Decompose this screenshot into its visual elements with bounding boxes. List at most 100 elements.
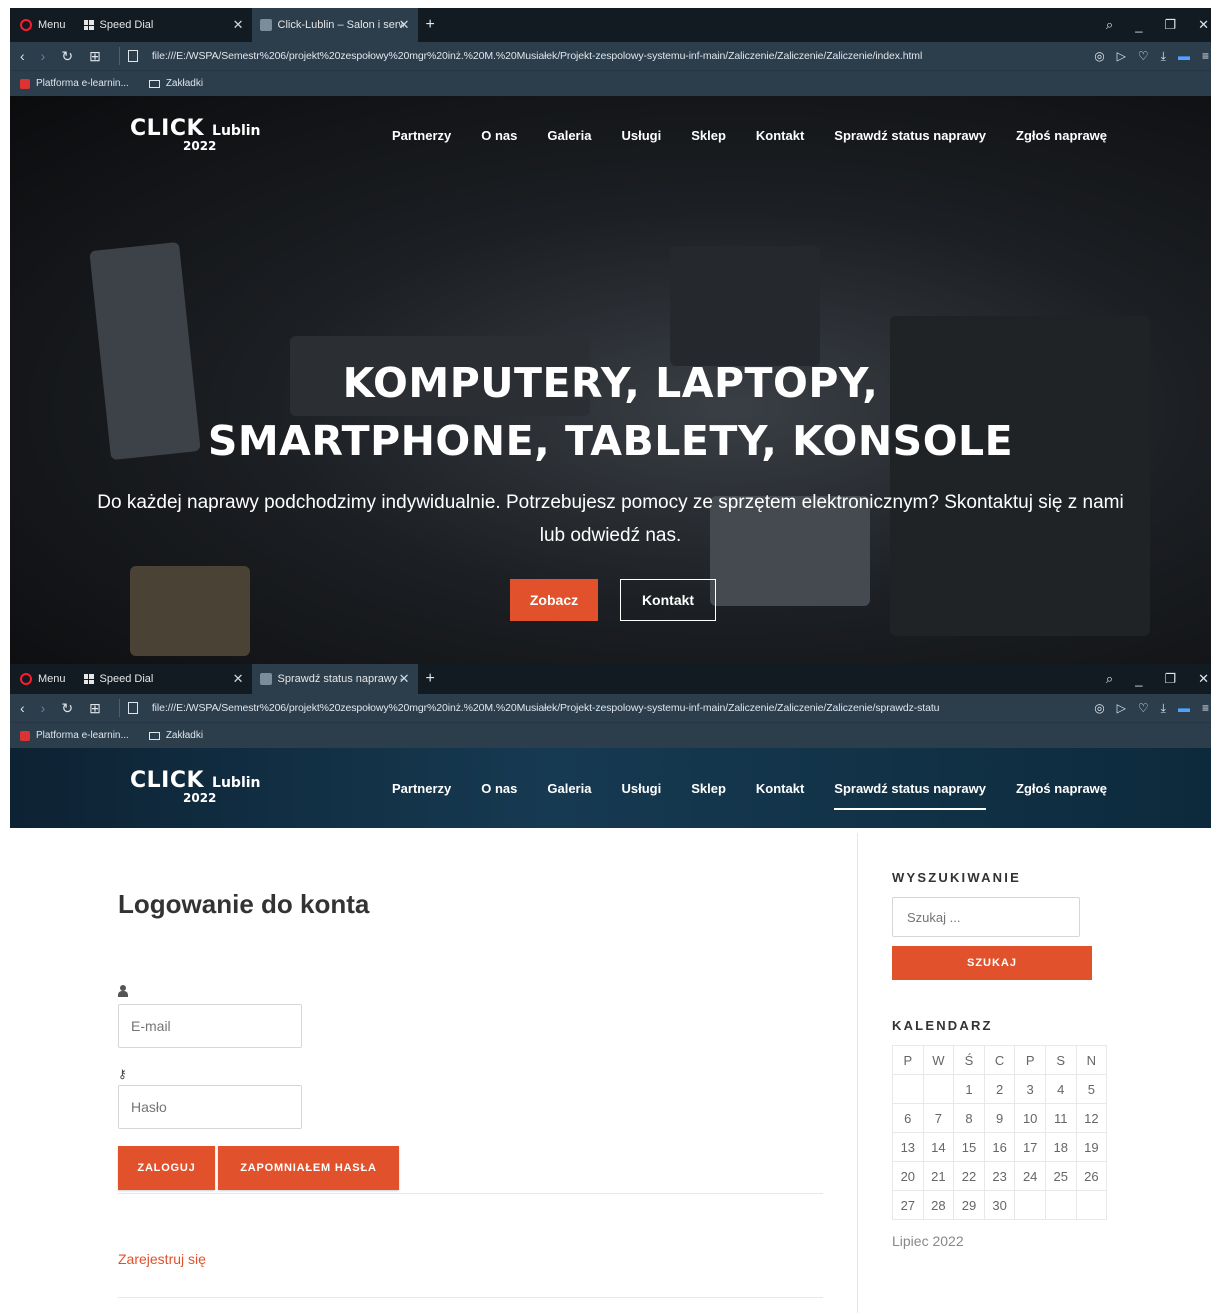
logo-click: CLICK: [130, 116, 205, 141]
send-icon[interactable]: ▷: [1117, 49, 1126, 63]
bookmark-zakladki[interactable]: Zakładki: [166, 78, 203, 89]
restore-icon[interactable]: ❐: [1164, 671, 1176, 687]
heart-icon[interactable]: ♡: [1138, 701, 1149, 715]
new-tab-button[interactable]: +: [418, 16, 443, 34]
browser-window-home: Menu Speed Dial ✕ Click-Lublin – Salon i…: [10, 8, 1211, 664]
nav-sklep[interactable]: Sklep: [691, 128, 726, 157]
easy-setup-icon[interactable]: ≡: [1202, 49, 1209, 63]
reload-icon[interactable]: ↻: [61, 700, 73, 717]
tab-speed-dial[interactable]: Speed Dial ✕: [76, 8, 252, 42]
search-tabs-icon[interactable]: ⌕: [1106, 17, 1113, 33]
reload-icon[interactable]: ↻: [61, 48, 73, 65]
nav-uslugi[interactable]: Usługi: [621, 128, 661, 157]
url-field[interactable]: file:///E:/WSPA/Semestr%206/projekt%20ze…: [152, 702, 1030, 714]
opera-menu-button[interactable]: Menu: [10, 8, 76, 42]
camera-icon[interactable]: ◎: [1094, 701, 1104, 715]
login-button[interactable]: ZALOGUJ: [118, 1146, 215, 1190]
download-icon[interactable]: ⤓: [1161, 701, 1166, 716]
search-tabs-icon[interactable]: ⌕: [1106, 671, 1113, 687]
nav-zglos-naprawe[interactable]: Zgłoś naprawę: [1016, 128, 1107, 157]
password-input[interactable]: [118, 1085, 302, 1129]
main-nav: Partnerzy O nas Galeria Usługi Sklep Kon…: [392, 128, 1107, 157]
calendar-day: 1: [953, 1074, 985, 1104]
calendar-weekday: S: [1044, 1045, 1077, 1075]
tab-label: Speed Dial: [99, 19, 154, 31]
close-window-icon[interactable]: ✕: [1198, 671, 1209, 687]
calendar-day: 20: [892, 1161, 924, 1191]
tabs-grid-icon[interactable]: ⊞: [89, 48, 101, 65]
battery-icon[interactable]: ▬: [1178, 49, 1190, 63]
heart-icon[interactable]: ♡: [1138, 49, 1149, 63]
address-bar-row: ‹ › ↻ ⊞ file:///E:/WSPA/Semestr%206/proj…: [10, 694, 1211, 722]
nav-sklep[interactable]: Sklep: [691, 781, 726, 810]
close-window-icon[interactable]: ✕: [1198, 17, 1209, 33]
logo-click: CLICK: [130, 768, 205, 793]
nav-galeria[interactable]: Galeria: [547, 128, 591, 157]
minimize-icon[interactable]: _: [1135, 18, 1142, 33]
easy-setup-icon[interactable]: ≡: [1202, 701, 1209, 715]
calendar: PWŚCPSN 1 2 3 4 5 6 7 8 9 10 11 12 13 14 15 16 17 18 19 20 2…: [892, 1045, 1108, 1220]
nav-kontakt[interactable]: Kontakt: [756, 781, 804, 810]
forward-icon[interactable]: ›: [41, 700, 46, 716]
calendar-caption[interactable]: Lipiec 2022: [892, 1233, 964, 1249]
tab-click-lublin[interactable]: Click-Lublin – Salon i serwis ✕: [251, 8, 418, 42]
elearning-icon: [20, 730, 30, 741]
new-tab-button[interactable]: +: [418, 670, 443, 688]
site-logo[interactable]: CLICK Lublin 2022: [130, 768, 290, 805]
camera-icon[interactable]: ◎: [1094, 49, 1104, 63]
forward-icon[interactable]: ›: [41, 48, 46, 64]
register-link[interactable]: Zarejestruj się: [118, 1251, 206, 1267]
nav-partnerzy[interactable]: Partnerzy: [392, 781, 451, 810]
tab-status-naprawy[interactable]: Sprawdź status naprawy – ✕: [251, 664, 418, 694]
search-input[interactable]: [892, 897, 1080, 937]
site-logo[interactable]: CLICK Lublin 2022: [130, 116, 290, 153]
browser-window-status: Menu Speed Dial ✕ Sprawdź status naprawy…: [10, 664, 1211, 828]
close-tab-icon[interactable]: ✕: [233, 671, 244, 687]
calendar-day: 4: [1044, 1074, 1077, 1104]
close-tab-icon[interactable]: ✕: [233, 17, 244, 33]
calendar-day: 30: [983, 1190, 1016, 1220]
nav-status-naprawy[interactable]: Sprawdź status naprawy: [834, 128, 986, 157]
search-button[interactable]: SZUKAJ: [892, 946, 1092, 980]
tab-speed-dial[interactable]: Speed Dial ✕: [76, 664, 252, 694]
bookmark-elearning[interactable]: Platforma e-learnin...: [36, 730, 129, 741]
close-tab-icon[interactable]: ✕: [399, 17, 410, 33]
nav-o-nas[interactable]: O nas: [481, 128, 517, 157]
nav-status-naprawy[interactable]: Sprawdź status naprawy: [834, 781, 986, 810]
close-tab-icon[interactable]: ✕: [399, 671, 410, 687]
calendar-day: 5: [1075, 1074, 1108, 1104]
calendar-week: 12345: [892, 1074, 1108, 1104]
send-icon[interactable]: ▷: [1117, 701, 1126, 715]
nav-kontakt[interactable]: Kontakt: [756, 128, 804, 157]
zobacz-button[interactable]: Zobacz: [510, 579, 598, 621]
bookmark-elearning[interactable]: Platforma e-learnin...: [36, 78, 129, 89]
tab-label: Speed Dial: [99, 673, 154, 685]
minimize-icon[interactable]: _: [1135, 672, 1142, 687]
battery-icon[interactable]: ▬: [1178, 701, 1190, 715]
hero-subtitle: Do każdej naprawy podchodzimy indywidual…: [97, 492, 1124, 546]
nav-o-nas[interactable]: O nas: [481, 781, 517, 810]
download-icon[interactable]: ⤓: [1161, 49, 1166, 64]
bookmark-zakladki[interactable]: Zakładki: [166, 730, 203, 741]
nav-zglos-naprawe[interactable]: Zgłoś naprawę: [1016, 781, 1107, 810]
hero-title-line1: KOMPUTERY, LAPTOPY,: [342, 359, 879, 407]
tab-label: Click-Lublin – Salon i serwis: [277, 19, 404, 31]
url-field[interactable]: file:///E:/WSPA/Semestr%206/projekt%20ze…: [152, 50, 1030, 62]
calendar-day: 14: [922, 1132, 955, 1162]
calendar-empty-cell: [1014, 1190, 1046, 1220]
nav-galeria[interactable]: Galeria: [547, 781, 591, 810]
page-header-band: CLICK Lublin 2022 Partnerzy O nas Galeria…: [10, 748, 1211, 828]
back-icon[interactable]: ‹: [20, 48, 25, 64]
email-input[interactable]: [118, 1004, 302, 1048]
user-icon: [118, 985, 128, 997]
back-icon[interactable]: ‹: [20, 700, 25, 716]
kontakt-button[interactable]: Kontakt: [620, 579, 716, 621]
nav-uslugi[interactable]: Usługi: [621, 781, 661, 810]
forgot-password-button[interactable]: ZAPOMNIAŁEM HASŁA: [218, 1146, 399, 1190]
address-bar-row: ‹ › ↻ ⊞ file:///E:/WSPA/Semestr%206/proj…: [10, 42, 1211, 70]
tabs-grid-icon[interactable]: ⊞: [89, 700, 101, 717]
restore-icon[interactable]: ❐: [1164, 17, 1176, 33]
opera-menu-button[interactable]: Menu: [10, 664, 76, 694]
nav-partnerzy[interactable]: Partnerzy: [392, 128, 451, 157]
calendar-empty-cell: [1044, 1190, 1077, 1220]
